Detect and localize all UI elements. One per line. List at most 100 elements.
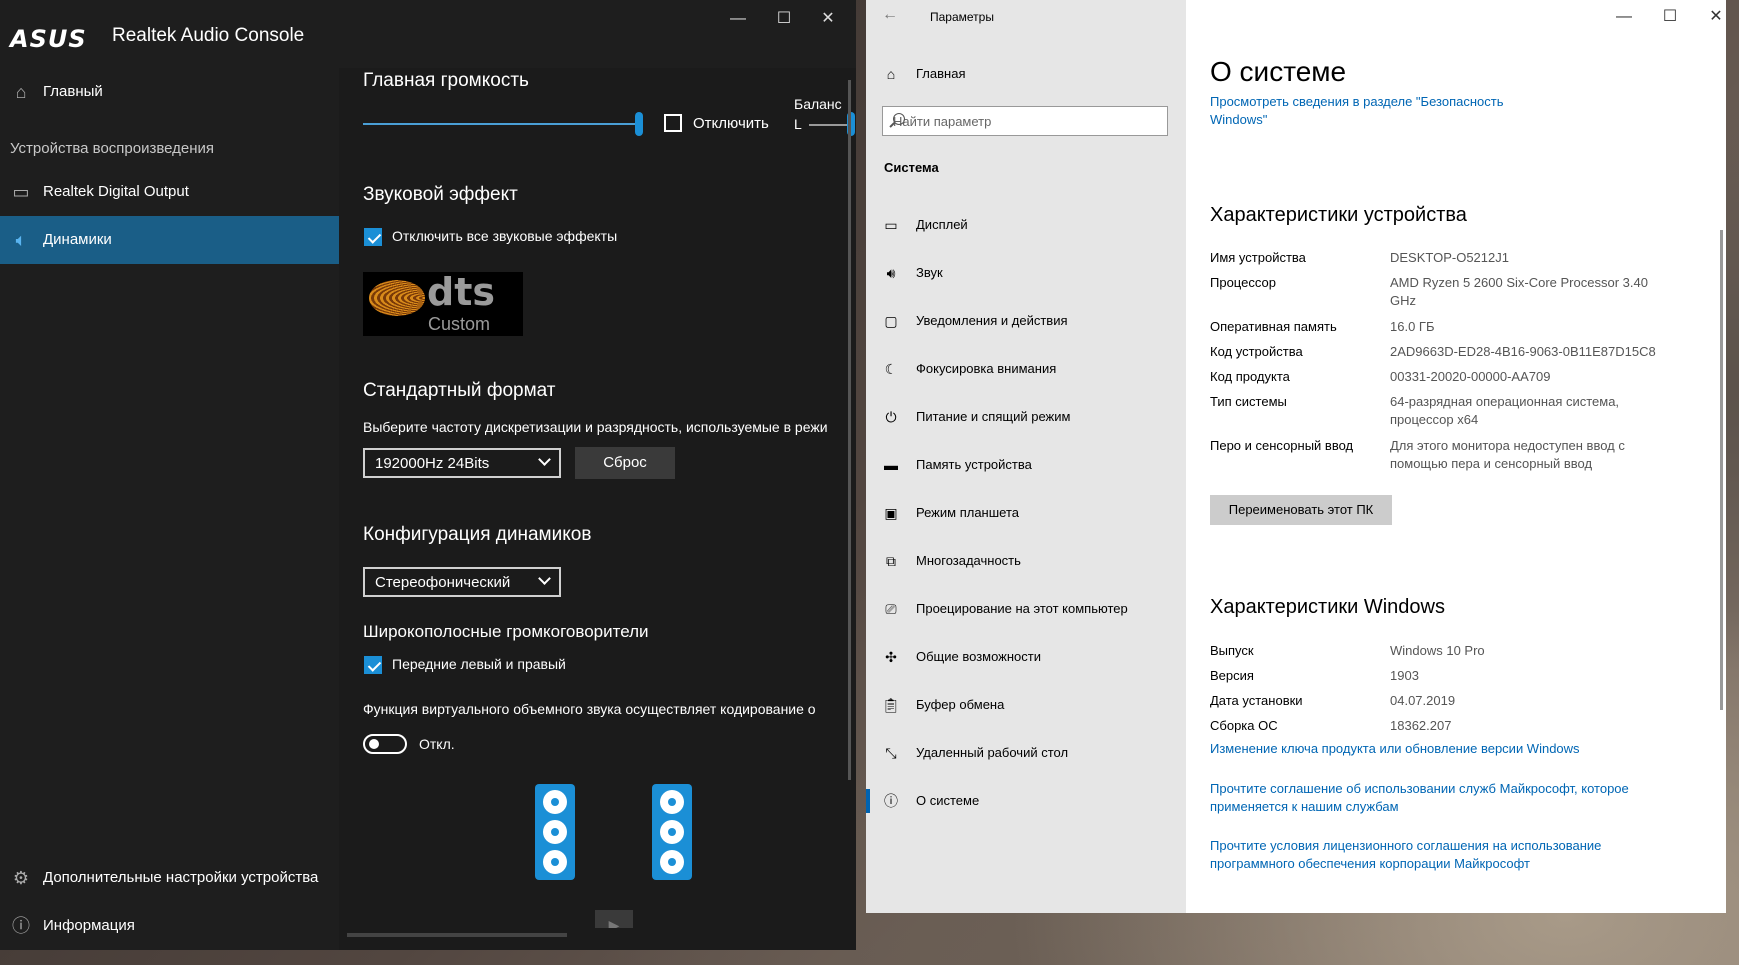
nav-item-shared[interactable]: ✣ Общие возможности <box>866 637 1186 677</box>
license-terms-link[interactable]: Прочтите условия лицензионного соглашени… <box>1210 837 1640 873</box>
nav-item-focus[interactable]: ☾ Фокусировка внимания <box>866 349 1186 389</box>
security-link[interactable]: Просмотреть сведения в разделе "Безопасн… <box>1210 93 1530 129</box>
tablet-icon: ▣ <box>884 505 898 521</box>
speaker-cone <box>660 850 684 874</box>
nav-item-multitasking[interactable]: ⧉ Многозадачность <box>866 541 1186 581</box>
sidebar-item-info[interactable]: ⓘ Информация <box>0 902 339 950</box>
spec-key: Дата установки <box>1210 693 1303 708</box>
sidebar-item-label: Информация <box>43 917 135 934</box>
maximize-button[interactable]: ☐ <box>764 8 804 30</box>
multitask-icon: ⧉ <box>886 553 896 569</box>
volume-slider-thumb[interactable] <box>635 112 643 136</box>
speaker-cone <box>660 790 684 814</box>
search-placeholder: Найти параметр <box>893 114 992 129</box>
spec-key: Версия <box>1210 668 1254 683</box>
minimize-button[interactable]: — <box>718 8 758 30</box>
nav-item-display[interactable]: ▭ Дисплей <box>866 205 1186 245</box>
left-speaker-icon[interactable] <box>535 784 575 880</box>
vertical-scrollbar[interactable] <box>848 80 851 780</box>
display-icon: ▭ <box>884 217 898 233</box>
sidebar-item-speakers[interactable]: 🔈︎ Динамики <box>0 216 339 264</box>
settings-scrollbar[interactable] <box>1720 230 1723 710</box>
spec-value: 18362.207 <box>1390 718 1452 733</box>
nav-label: О системе <box>916 793 980 808</box>
speaker-cone <box>660 820 684 844</box>
nav-item-storage[interactable]: ▬ Память устройства <box>866 445 1186 485</box>
rename-pc-button[interactable]: Переименовать этот ПК <box>1210 495 1392 525</box>
dts-custom-label: Custom <box>428 314 491 334</box>
spec-value: 64-разрядная операционная система, проце… <box>1390 394 1620 427</box>
nav-label: Удаленный рабочий стол <box>916 745 1069 760</box>
shared-icon: ✣ <box>885 649 897 665</box>
spec-key: Код устройства <box>1210 344 1303 359</box>
close-button[interactable]: ✕ <box>808 8 848 30</box>
speaker-config-dropdown[interactable]: Стереофонический <box>363 567 561 597</box>
sound-icon: 🔊︎ <box>886 265 896 281</box>
spec-value: AMD Ryzen 5 2600 Six-Core Processor 3.40… <box>1390 275 1648 308</box>
project-icon: ⎚ <box>885 601 897 617</box>
spec-value: 1903 <box>1390 668 1419 683</box>
sidebar-item-label: Динамики <box>43 231 112 248</box>
nav-label: Память устройства <box>916 457 1032 472</box>
maximize-button[interactable]: ☐ <box>1650 6 1690 28</box>
product-key-link[interactable]: Изменение ключа продукта или обновление … <box>1210 740 1630 758</box>
minimize-button[interactable]: — <box>1604 6 1644 28</box>
realtek-titlebar[interactable]: ASUS Realtek Audio Console — ☐ ✕ <box>0 0 856 68</box>
nav-item-tablet[interactable]: ▣ Режим планшета <box>866 493 1186 533</box>
sidebar-item-label: Realtek Digital Output <box>43 183 189 200</box>
remote-icon: ⤡ <box>885 745 897 761</box>
gear-icon: ⚙ <box>12 868 30 888</box>
nav-item-sound[interactable]: 🔊︎ Звук <box>866 253 1186 293</box>
balance-label: Баланс <box>794 96 842 112</box>
right-speaker-icon[interactable] <box>652 784 692 880</box>
nav-item-notifications[interactable]: ▢ Уведомления и действия <box>866 301 1186 341</box>
horizontal-scrollbar[interactable] <box>339 928 856 942</box>
nav-label: Проецирование на этот компьютер <box>916 601 1128 616</box>
settings-title: Параметры <box>930 10 994 24</box>
services-agreement-link[interactable]: Прочтите соглашение об использовании слу… <box>1210 780 1630 816</box>
settings-content: — ☐ ✕ О системе Просмотреть сведения в р… <box>1186 0 1726 913</box>
nav-item-remote[interactable]: ⤡ Удаленный рабочий стол <box>866 733 1186 773</box>
speaker-cone <box>543 850 567 874</box>
spec-key: Оперативная память <box>1210 319 1337 334</box>
front-lr-checkbox[interactable] <box>364 656 382 674</box>
spec-key: Перо и сенсорный ввод <box>1210 438 1354 453</box>
volume-slider-track[interactable] <box>363 123 638 125</box>
clipboard-icon: 📋︎ <box>882 697 900 713</box>
nav-item-about[interactable]: ⓘ О системе <box>866 781 1186 821</box>
focus-icon: ☾ <box>884 361 898 377</box>
nav-home[interactable]: ⌂ Главная <box>866 54 1186 94</box>
spec-key: Процессор <box>1210 275 1276 290</box>
settings-search-input[interactable]: Найти параметр <box>882 106 1168 136</box>
sidebar-item-home[interactable]: ⌂ Главный <box>0 68 339 116</box>
speaker-config-value: Стереофонический <box>375 574 511 591</box>
dts-wordmark: dts <box>427 270 495 314</box>
close-button[interactable]: ✕ <box>1696 6 1736 28</box>
horizontal-scrollbar-thumb[interactable] <box>347 933 567 937</box>
format-title: Стандартный формат <box>363 380 556 401</box>
format-dropdown-value: 192000Hz 24Bits <box>375 455 490 472</box>
mute-checkbox[interactable] <box>664 114 682 132</box>
sidebar-item-advanced-settings[interactable]: ⚙ Дополнительные настройки устройства <box>0 854 339 902</box>
nav-item-projecting[interactable]: ⎚ Проецирование на этот компьютер <box>866 589 1186 629</box>
realtek-sidebar: ⌂ Главный Устройства воспроизведения ▭ R… <box>0 68 339 950</box>
format-dropdown[interactable]: 192000Hz 24Bits <box>363 448 561 478</box>
info-icon: ⓘ <box>884 793 898 809</box>
realtek-window: ASUS Realtek Audio Console — ☐ ✕ ⌂ Главн… <box>0 0 856 950</box>
windows-specs-title: Характеристики Windows <box>1210 596 1445 618</box>
settings-nav-pane: ← Параметры ⌂ Главная Найти параметр Сис… <box>866 0 1186 913</box>
balance-slider-track[interactable] <box>809 124 849 126</box>
reset-button[interactable]: Сброс <box>575 447 675 479</box>
spec-value: 2AD9663D-ED28-4B16-9063-0B11E87D15C8 <box>1390 344 1656 359</box>
sidebar-item-digital-output[interactable]: ▭ Realtek Digital Output <box>0 168 339 216</box>
page-title: О системе <box>1210 56 1347 87</box>
virtual-surround-toggle[interactable] <box>363 734 407 754</box>
digital-output-icon: ▭ <box>12 182 30 202</box>
spec-key: Сборка ОС <box>1210 718 1278 733</box>
nav-item-clipboard[interactable]: 📋︎ Буфер обмена <box>866 685 1186 725</box>
nav-item-power[interactable]: ⏻ Питание и спящий режим <box>866 397 1186 437</box>
nav-label: Звук <box>916 265 943 280</box>
back-arrow-icon[interactable]: ← <box>882 6 898 24</box>
disable-effects-checkbox[interactable] <box>364 228 382 246</box>
dts-custom-logo[interactable]: dts Custom <box>363 270 523 336</box>
